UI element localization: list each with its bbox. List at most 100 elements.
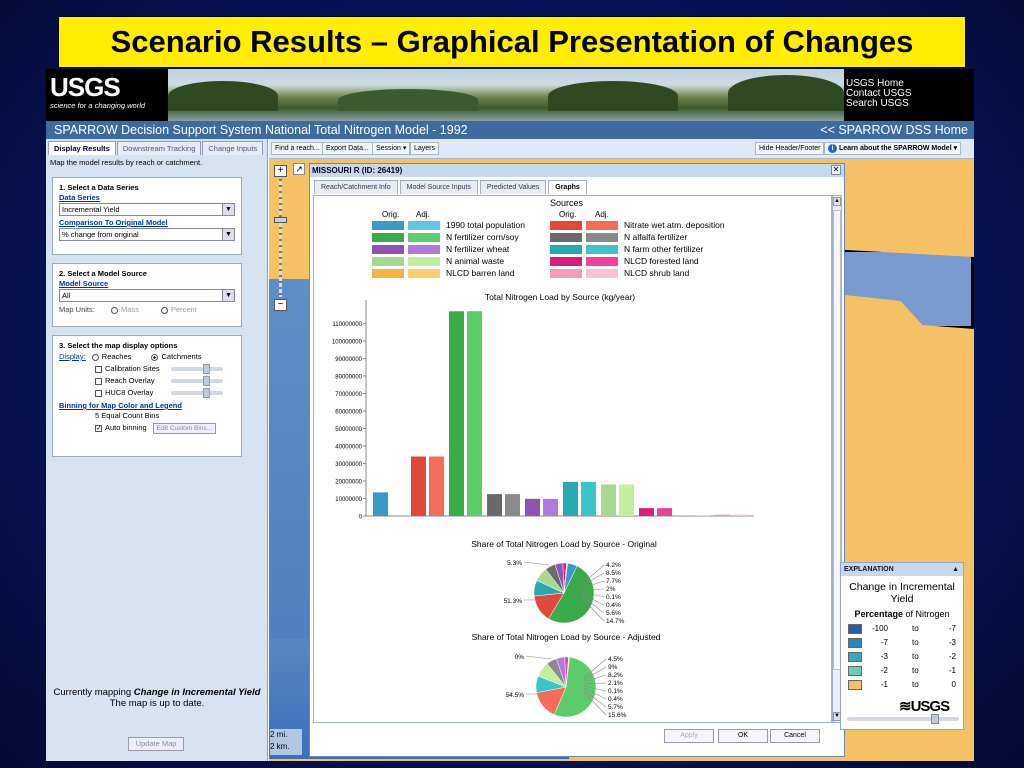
layers-button[interactable]: Layers [410, 142, 440, 155]
selected-catchment[interactable] [827, 249, 974, 329]
comparison-select[interactable]: % change from original ▼ [59, 228, 235, 241]
model-source-section: 2. Select a Model Source Model Source Al… [52, 263, 242, 327]
dialog-footer: Apply OK Cancel [310, 726, 844, 756]
session-menu[interactable]: Session ▾ [372, 142, 411, 155]
bar-adj [733, 514, 748, 516]
bar-orig [639, 508, 654, 516]
model-source-select[interactable]: All ▼ [59, 289, 235, 302]
y-tick-label: 110000000 [332, 322, 362, 328]
update-map-button[interactable]: Update Map [128, 737, 184, 751]
checkbox-icon [95, 365, 102, 373]
system-title: SPARROW Decision Support System National… [54, 123, 468, 137]
slide-title: Scenario Results – Graphical Presentatio… [58, 16, 966, 68]
explanation-title: Change in Incremental Yield [849, 581, 955, 605]
data-series-link[interactable]: Data Series [59, 193, 235, 202]
checkbox-icon [95, 377, 102, 385]
zoom-out-button[interactable]: − [274, 299, 287, 311]
slider-knob[interactable] [931, 714, 939, 724]
tab-change-inputs[interactable]: Change Inputs [202, 141, 264, 155]
bin-from: -3 [880, 652, 888, 661]
opacity-slider[interactable] [171, 376, 223, 386]
slider-knob[interactable] [203, 388, 210, 398]
bin-to-word: to [912, 638, 919, 647]
bin-swatch [848, 652, 862, 662]
radio-icon [91, 353, 99, 361]
usgs-logo-text: USGS [50, 72, 121, 102]
y-tick-label: 20000000 [335, 480, 362, 486]
binning-link[interactable]: Binning for Map Color and Legend [59, 401, 235, 410]
reach-info-dialog: MISSOURI R (ID: 26419) ✕ Reach/Catchment… [309, 163, 845, 757]
reaches-radio[interactable]: Reaches [91, 352, 131, 361]
opacity-slider[interactable] [171, 364, 223, 374]
tab-display-results[interactable]: Display Results [48, 141, 116, 155]
ok-button[interactable]: OK [718, 729, 768, 743]
tab-model-source-inputs[interactable]: Model Source Inputs [399, 180, 478, 194]
explanation-header: EXPLANATION ▲ [841, 563, 963, 576]
tab-predicted-values[interactable]: Predicted Values [479, 180, 547, 194]
close-icon[interactable]: ✕ [831, 165, 841, 175]
pie-value-label: 8.5% [606, 570, 621, 577]
pan-icon[interactable]: ↗ [293, 163, 305, 175]
zoom-in-button[interactable]: + [274, 165, 287, 177]
zoom-slider[interactable] [279, 179, 282, 297]
find-reach-button[interactable]: Find a reach... [271, 142, 324, 155]
sparrow-dss-home-link[interactable]: << SPARROW DSS Home [820, 121, 968, 139]
map-units-percent[interactable]: Percent [160, 305, 197, 314]
bar-orig [373, 492, 388, 516]
legend-bin-row: -3 to -2 [848, 651, 960, 663]
scroll-up-icon[interactable]: ▲ [833, 197, 841, 206]
subtitle-bold: Percentage [854, 609, 903, 619]
model-source-link[interactable]: Model Source [59, 279, 235, 288]
export-data-button[interactable]: Export Data... [322, 142, 373, 155]
display-label[interactable]: Display: [59, 352, 86, 361]
left-panel: Display Results Downstream Tracking Chan… [46, 139, 268, 761]
bar-orig [601, 484, 616, 516]
usgs-logo[interactable]: USGS science for a changing world [50, 73, 168, 117]
system-title-bar: SPARROW Decision Support System National… [46, 121, 974, 139]
collapse-icon[interactable]: ▲ [952, 563, 959, 576]
bar-orig [411, 456, 426, 516]
y-tick-label: 30000000 [335, 462, 362, 468]
tab-graphs[interactable]: Graphs [548, 180, 587, 194]
tab-reach-catchment-info[interactable]: Reach/Catchment Info [314, 180, 398, 194]
y-tick-label: 80000000 [335, 375, 362, 381]
legend-opacity-slider[interactable] [847, 714, 959, 724]
zoom-slider-knob[interactable] [274, 217, 287, 223]
status-prefix: Currently mapping [53, 687, 132, 698]
pie-value-label: 5.6% [606, 610, 621, 617]
pie-value-label: 4.5% [608, 656, 623, 663]
y-tick-label: 10000000 [335, 497, 362, 503]
radio-label: Mass [120, 305, 139, 314]
hide-header-footer-button[interactable]: Hide Header/Footer [755, 142, 825, 155]
bin-to: -3 [948, 638, 956, 647]
tab-downstream-tracking[interactable]: Downstream Tracking [116, 141, 202, 155]
dialog-title: MISSOURI R (ID: 26419) [310, 164, 844, 177]
checkbox-label: HUC8 Overlay [105, 388, 154, 397]
bin-to: 0 [951, 680, 956, 689]
map-units-row: Map Units: Mass Percent [59, 304, 235, 316]
pie-value-label: 9% [608, 664, 618, 671]
cancel-button[interactable]: Cancel [770, 729, 820, 743]
calibration-sites-row[interactable]: Calibration Sites [59, 363, 235, 375]
edit-custom-bins-button[interactable]: Edit Custom Bins... [152, 423, 217, 434]
huc8-overlay-row[interactable]: HUC8 Overlay [59, 387, 235, 399]
pie-value-label: 8.2% [608, 672, 623, 679]
map-units-mass[interactable]: Mass [110, 305, 139, 314]
data-series-select[interactable]: Incremental Yield ▼ [59, 203, 235, 216]
slider-knob[interactable] [203, 376, 210, 386]
apply-button[interactable]: Apply [664, 729, 714, 743]
auto-binning-row[interactable]: ✓ Auto binning Edit Custom Bins... [59, 422, 235, 434]
reach-overlay-row[interactable]: Reach Overlay [59, 375, 235, 387]
slider-knob[interactable] [203, 364, 210, 374]
bin-swatch [848, 680, 862, 690]
learn-about-menu[interactable]: i Learn about the SPARROW Model ▾ [824, 142, 962, 155]
pie-leader-line [523, 561, 550, 566]
explanation-panel: EXPLANATION ▲ Change in Incremental Yield… [840, 562, 964, 730]
opacity-slider[interactable] [171, 388, 223, 398]
section-heading: 1. Select a Data Series [59, 183, 139, 192]
search-usgs-link[interactable]: Search USGS [846, 99, 970, 109]
bar-adj [467, 311, 482, 516]
comparison-link[interactable]: Comparison To Original Model [59, 218, 235, 227]
bar-orig [487, 494, 502, 516]
catchments-radio[interactable]: Catchments [151, 352, 202, 361]
